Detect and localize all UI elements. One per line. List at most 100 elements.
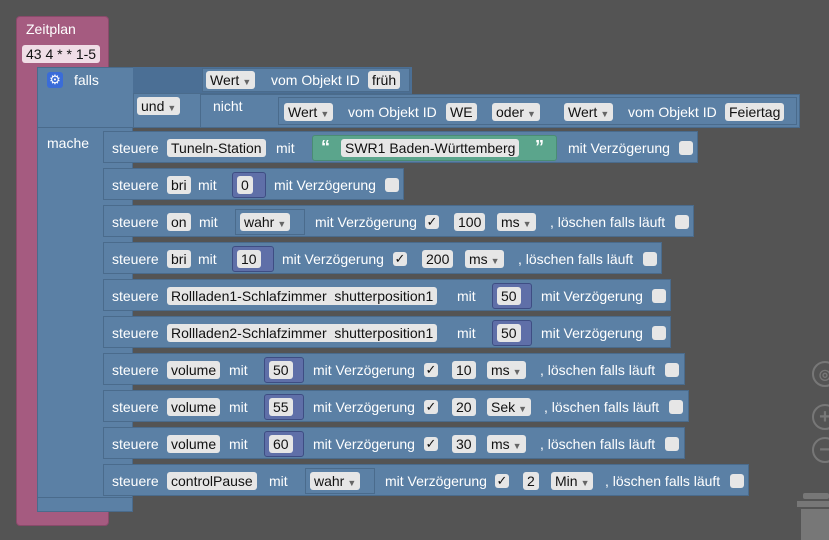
condition1-object-id[interactable]: früh (368, 71, 401, 89)
schedule-cron-field[interactable]: 43 4 * * 1-5 (22, 45, 101, 63)
target-field[interactable]: Rollladen1-Schlafzimmer shutterposition1 (167, 287, 438, 305)
condition3-property-dropdown[interactable]: Wert ▼ (564, 103, 614, 121)
open-quote-icon: “ (321, 137, 330, 157)
clear-running-label: , löschen falls läuft (518, 251, 634, 267)
unit-dropdown[interactable]: Min ▼ (551, 472, 594, 490)
delay-field[interactable]: 10 (452, 361, 476, 379)
chevron-down-icon: ▼ (277, 219, 287, 229)
text-value-field[interactable]: SWR1 Baden-Württemberg (341, 139, 520, 157)
number-field[interactable]: 50 (497, 324, 521, 342)
clear-running-checkbox[interactable] (675, 215, 689, 229)
with-delay-label: mit Verzögerung (313, 436, 415, 452)
condition2-property-dropdown[interactable]: Wert ▼ (284, 103, 334, 121)
target-field[interactable]: Rollladen2-Schlafzimmer shutterposition1 (167, 324, 438, 342)
delay-field[interactable]: 20 (452, 398, 476, 416)
delay-checkbox[interactable] (679, 141, 693, 155)
number-field[interactable]: 10 (237, 250, 261, 268)
control-label: steuere (112, 140, 159, 156)
delay-checkbox[interactable] (652, 289, 666, 303)
zoom-in-icon[interactable]: + (812, 404, 829, 430)
chevron-down-icon: ▼ (320, 109, 330, 119)
chevron-down-icon: ▼ (167, 103, 177, 113)
target-field[interactable]: bri (167, 250, 191, 268)
logic-operator-dropdown[interactable]: und ▼ (137, 97, 181, 115)
clear-running-checkbox[interactable] (665, 437, 679, 451)
number-block[interactable]: 50 (492, 320, 532, 346)
clear-running-checkbox[interactable] (730, 474, 744, 488)
number-field[interactable]: 55 (269, 398, 293, 416)
chevron-down-icon: ▼ (527, 109, 536, 119)
delay-checkbox[interactable]: ✓ (393, 252, 407, 266)
chevron-down-icon: ▼ (512, 367, 522, 377)
unit-dropdown[interactable]: ms ▼ (465, 250, 504, 268)
control-label: steuere (112, 362, 159, 378)
number-block[interactable]: 0 (232, 172, 266, 198)
unit-dropdown[interactable]: ms ▼ (487, 361, 526, 379)
delay-checkbox[interactable] (385, 178, 399, 192)
delay-checkbox[interactable]: ✓ (424, 437, 438, 451)
number-field[interactable]: 50 (269, 361, 293, 379)
number-field[interactable]: 0 (237, 176, 253, 194)
with-label: mit (229, 436, 248, 452)
number-field[interactable]: 50 (497, 287, 521, 305)
number-block[interactable]: 60 (264, 431, 304, 457)
gear-icon[interactable]: ⚙ (47, 72, 63, 88)
number-block[interactable]: 50 (492, 283, 532, 309)
with-delay-label: mit Verzögerung (385, 473, 487, 489)
or-operator-dropdown[interactable]: oder ▼ (492, 103, 540, 121)
delay-field[interactable]: 100 (454, 213, 486, 231)
with-label: mit (229, 399, 248, 415)
delay-checkbox[interactable] (652, 326, 666, 340)
with-delay-label: mit Verzögerung (313, 399, 415, 415)
clear-running-label: , löschen falls läuft (550, 214, 666, 230)
delay-field[interactable]: 30 (452, 435, 476, 453)
condition2-object-id[interactable]: WE (446, 103, 477, 121)
delay-checkbox[interactable]: ✓ (425, 215, 439, 229)
bool-dropdown[interactable]: wahr ▼ (240, 213, 291, 231)
delay-checkbox[interactable]: ✓ (424, 363, 438, 377)
condition3-object-id[interactable]: Feiertag (725, 103, 785, 121)
number-block[interactable]: 50 (264, 357, 304, 383)
number-field[interactable]: 60 (269, 435, 293, 453)
target-field[interactable]: on (167, 213, 191, 231)
bool-dropdown[interactable]: wahr ▼ (310, 472, 361, 490)
with-delay-label: mit Verzögerung (541, 325, 643, 341)
chevron-down-icon: ▼ (522, 219, 532, 229)
chevron-down-icon: ▼ (490, 256, 500, 266)
with-delay-label: mit Verzögerung (313, 362, 415, 378)
delay-checkbox[interactable]: ✓ (495, 474, 509, 488)
target-field[interactable]: Tuneln-Station (167, 139, 266, 157)
with-delay-label: mit Verzögerung (568, 140, 670, 156)
unit-dropdown[interactable]: Sek ▼ (487, 398, 532, 416)
delay-checkbox[interactable]: ✓ (424, 400, 438, 414)
target-field[interactable]: bri (167, 176, 191, 194)
clear-running-checkbox[interactable] (643, 252, 657, 266)
delay-field[interactable]: 2 (523, 472, 539, 490)
unit-dropdown[interactable]: ms ▼ (497, 213, 536, 231)
condition3-of-object-label: vom Objekt ID (628, 104, 717, 120)
zoom-out-icon[interactable]: − (812, 437, 829, 463)
target-field[interactable]: volume (167, 398, 221, 416)
control-label: steuere (112, 473, 159, 489)
number-block[interactable]: 10 (232, 246, 274, 272)
clear-running-checkbox[interactable] (665, 363, 679, 377)
condition1-property-dropdown[interactable]: Wert ▼ (206, 71, 256, 89)
target-field[interactable]: volume (167, 361, 221, 379)
trash-icon[interactable] (797, 493, 829, 540)
not-label: nicht (213, 98, 243, 114)
with-delay-label: mit Verzögerung (541, 288, 643, 304)
with-label: mit (199, 214, 218, 230)
center-icon[interactable]: ◎ (812, 361, 829, 387)
target-field[interactable]: volume (167, 435, 221, 453)
control-label: steuere (112, 177, 159, 193)
number-block[interactable]: 55 (264, 394, 304, 420)
target-field[interactable]: controlPause (167, 472, 257, 490)
control-label: steuere (112, 436, 159, 452)
text-value-block[interactable]: “ SWR1 Baden-Württemberg ” (312, 135, 557, 161)
clear-running-label: , löschen falls läuft (544, 399, 660, 415)
clear-running-checkbox[interactable] (669, 400, 683, 414)
if-label: falls (74, 72, 99, 88)
close-quote-icon: ” (535, 137, 544, 157)
delay-field[interactable]: 200 (422, 250, 454, 268)
unit-dropdown[interactable]: ms ▼ (487, 435, 526, 453)
